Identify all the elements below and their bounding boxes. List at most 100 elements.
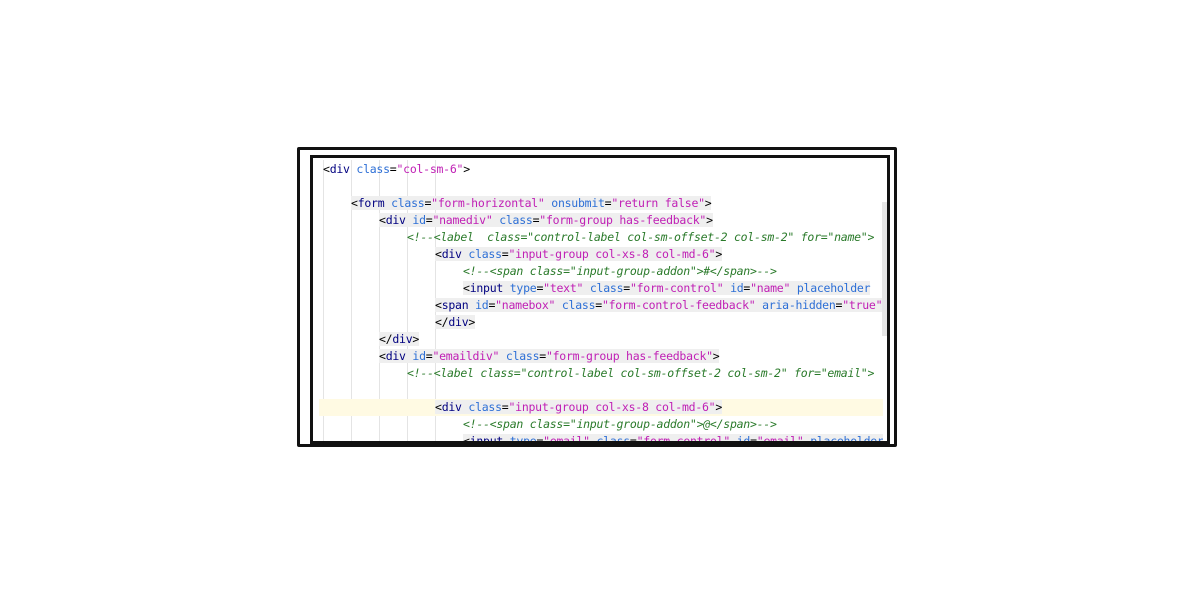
code-token: > <box>412 332 420 346</box>
code-comment: <!--<span class="input-group-addon">@</s… <box>463 417 777 431</box>
code-comment: <!--<span class="input-group-addon">#</s… <box>463 264 777 278</box>
code-token: div <box>441 400 462 414</box>
code-comment: <!--<label class="control-label col-sm-o… <box>407 230 875 244</box>
code-token: "text" <box>543 281 584 295</box>
code-token: "form-group has-feedback" <box>545 349 713 363</box>
code-line[interactable]: </div> <box>319 331 883 348</box>
code-token: "email" <box>543 434 590 442</box>
code-token: "col-sm-6" <box>396 162 464 176</box>
code-token: "form-horizontal" <box>431 196 545 210</box>
code-editor[interactable]: <div class="col-sm-6"> <form class="form-… <box>319 160 887 442</box>
code-line[interactable] <box>319 178 883 195</box>
code-token: type <box>509 281 537 295</box>
code-line[interactable]: <div class="input-group col-xs-8 col-md-… <box>319 399 883 416</box>
code-line[interactable]: <div class="col-sm-6"> <box>319 161 883 178</box>
code-token: "input-group col-xs-8 col-md-6" <box>508 400 716 414</box>
code-line[interactable] <box>319 382 883 399</box>
code-editor-window: <div class="col-sm-6"> <form class="form-… <box>310 155 890 444</box>
code-token: < <box>379 213 386 227</box>
code-line[interactable]: <span id="namebox" class="form-control-f… <box>319 297 883 314</box>
code-token: div <box>448 315 469 329</box>
code-token: = <box>539 349 546 363</box>
code-token: class <box>391 196 425 210</box>
code-token: < <box>463 281 470 295</box>
code-token: = <box>623 281 630 295</box>
code-token: "return false" <box>611 196 705 210</box>
code-token: > <box>715 400 723 414</box>
code-token: < <box>323 162 330 176</box>
code-token: div <box>329 162 350 176</box>
code-token: > <box>463 162 470 176</box>
code-token: > <box>704 196 712 210</box>
code-token: "true" <box>842 298 883 312</box>
code-token: id <box>475 298 489 312</box>
code-token: placeholder <box>796 281 871 295</box>
code-line[interactable]: <div id="emaildiv" class="form-group has… <box>319 348 883 365</box>
code-line[interactable]: <!--<span class="input-group-addon">#</s… <box>319 263 883 280</box>
code-token: "form-group has-feedback" <box>539 213 707 227</box>
code-line[interactable]: <!--<span class="input-group-addon">@</s… <box>319 416 883 433</box>
code-token: "email" <box>756 434 804 442</box>
code-token: "form-control-feedback" <box>601 298 756 312</box>
code-token: div <box>385 213 406 227</box>
code-token: form <box>357 196 385 210</box>
code-token: div <box>441 247 462 261</box>
code-token: class <box>499 213 533 227</box>
code-token: class <box>505 349 540 363</box>
code-token: placeholder <box>810 434 883 442</box>
code-token: < <box>435 400 442 414</box>
code-token: "namediv" <box>432 213 493 227</box>
code-line[interactable]: <form class="form-horizontal" onsubmit="… <box>319 195 883 212</box>
code-token: div <box>385 349 406 363</box>
code-token: input <box>469 434 504 442</box>
code-token: onsubmit <box>551 196 605 210</box>
code-line[interactable]: <!--<label class="control-label col-sm-o… <box>319 229 883 246</box>
code-token: < <box>435 247 442 261</box>
code-token: = <box>750 434 757 442</box>
code-token: = <box>595 298 602 312</box>
code-token: span <box>441 298 469 312</box>
code-token: < <box>379 349 386 363</box>
code-token: > <box>468 315 476 329</box>
code-token: "form-control" <box>636 434 731 442</box>
code-token: class <box>468 247 502 261</box>
code-token: = <box>629 434 637 442</box>
code-token: "name" <box>750 281 791 295</box>
code-token: < <box>351 196 358 210</box>
code-comment: <!--<label class="control-label col-sm-o… <box>407 366 875 380</box>
code-token: id <box>736 434 751 442</box>
code-line[interactable]: <div id="namediv" class="form-group has-… <box>319 212 883 229</box>
code-token: > <box>715 247 723 261</box>
code-token: div <box>392 332 413 346</box>
code-token: < <box>435 298 442 312</box>
code-token: id <box>730 281 744 295</box>
code-token: class <box>356 162 390 176</box>
code-token: class <box>589 281 624 295</box>
code-token: > <box>712 349 720 363</box>
code-token: < <box>463 434 470 442</box>
code-token: "namebox" <box>495 298 556 312</box>
code-line[interactable]: </div> <box>319 314 883 331</box>
code-line[interactable]: <input type="text" class="form-control" … <box>319 280 883 297</box>
code-line[interactable]: <!--<label class="control-label col-sm-o… <box>319 365 883 382</box>
code-token: aria-hidden <box>762 298 836 312</box>
code-line[interactable]: <div class="input-group col-xs-8 col-md-… <box>319 246 883 263</box>
code-token: id <box>412 349 426 363</box>
code-token: "emaildiv" <box>432 349 500 363</box>
code-token: </ <box>435 315 449 329</box>
code-line[interactable]: <input type="email" class="form-control"… <box>319 433 883 442</box>
code-token: class <box>468 400 502 414</box>
code-token: input <box>469 281 504 295</box>
code-token: class <box>561 298 596 312</box>
code-token: </ <box>379 332 393 346</box>
code-token: > <box>706 213 713 227</box>
vertical-scrollbar[interactable] <box>882 202 887 336</box>
